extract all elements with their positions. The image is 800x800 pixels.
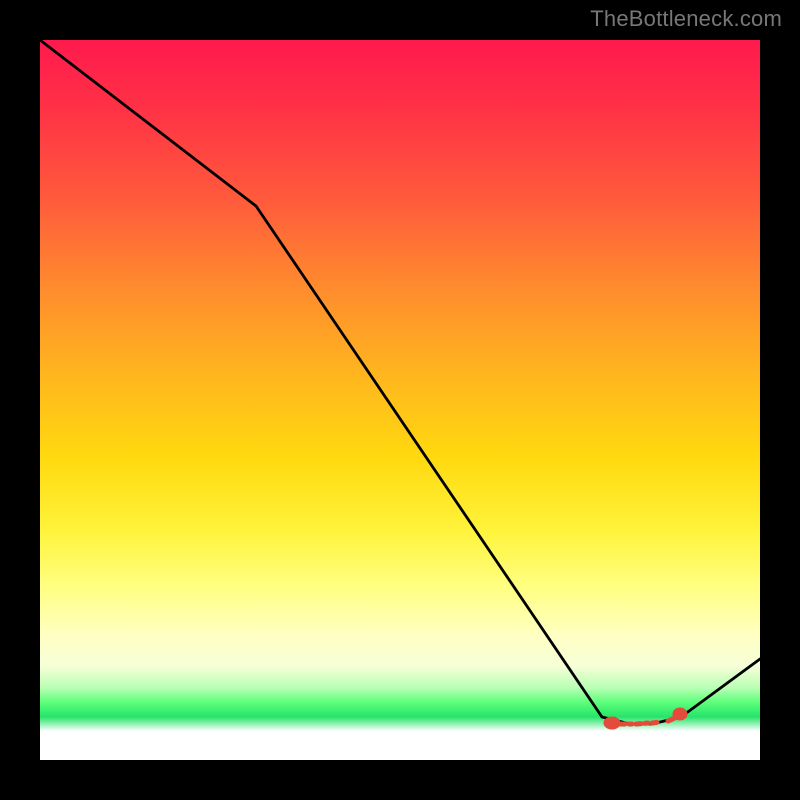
bottleneck-curve xyxy=(40,40,760,724)
overlay-svg xyxy=(40,40,760,760)
optimal-markers xyxy=(606,710,685,727)
watermark-label: TheBottleneck.com xyxy=(590,6,782,32)
chart-frame: TheBottleneck.com xyxy=(0,0,800,800)
plot-area xyxy=(40,40,760,760)
